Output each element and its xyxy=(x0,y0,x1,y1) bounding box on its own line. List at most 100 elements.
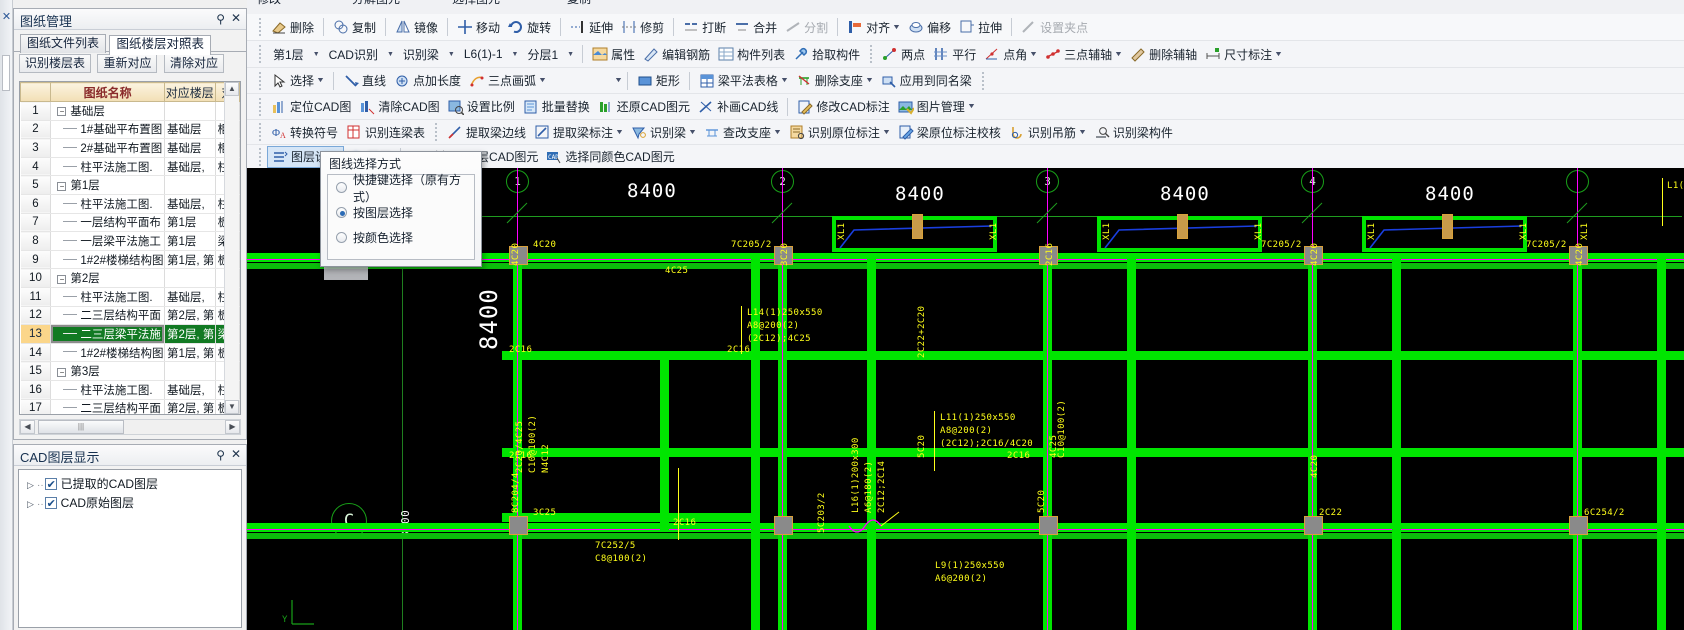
verify-inplace-button[interactable]: 梁原位标注校核 xyxy=(894,121,1005,143)
recognize-inplace-button[interactable]: 识别原位标注 ▼ xyxy=(785,121,894,143)
edit-cad-dim-button[interactable]: 修改CAD标注 xyxy=(793,96,893,118)
table-row[interactable]: 15− 第3层 xyxy=(20,361,240,381)
clipped-label-0[interactable]: 修改 xyxy=(257,0,281,7)
option-by-color-select[interactable]: 按颜色选择 xyxy=(328,225,474,250)
restore-cad-button[interactable]: 还原CAD图元 xyxy=(594,96,694,118)
properties-button[interactable]: 属性 xyxy=(588,43,639,65)
check-support-button[interactable]: 查改支座 ▼ xyxy=(700,121,785,143)
mirror-button[interactable]: 镜像 xyxy=(391,16,442,38)
cell-drawing-name[interactable]: 二三层梁平法施 xyxy=(50,324,165,344)
cell-mapped-floor[interactable]: 基础层, xyxy=(164,194,216,214)
table-row[interactable]: 7一层结构平面布第1层板 xyxy=(20,213,240,233)
chevron-down-icon[interactable]: ▼ xyxy=(967,103,976,110)
recognize-beam-button[interactable]: 识别梁 ▼ xyxy=(627,121,700,143)
beam-table-button[interactable]: 梁平法表格 ▼ xyxy=(695,70,792,92)
combo-1[interactable]: CAD识别 ▼ xyxy=(323,44,397,64)
cell-mapped-floor[interactable]: 第2层, 第 xyxy=(164,324,216,344)
tab-file-list[interactable]: 图纸文件列表 xyxy=(20,34,107,53)
cell-drawing-name[interactable]: 2#基础平布置图 xyxy=(50,138,165,158)
scroll-down-icon[interactable]: ▼ xyxy=(225,400,239,414)
close-icon[interactable]: ✕ xyxy=(231,447,241,461)
cell-mapped-floor[interactable]: 第1层, 第 xyxy=(164,343,216,363)
table-row[interactable]: 16柱平法施工图.基础层,柱 xyxy=(20,380,240,400)
table-row[interactable]: 10− 第2层 xyxy=(20,268,240,288)
tab-floor-mapping[interactable]: 图纸楼层对照表 xyxy=(109,35,211,55)
component-list-button[interactable]: 构件列表 xyxy=(714,43,789,65)
table-row[interactable]: 8一层梁平法施工第1层梁 xyxy=(20,231,240,251)
recognize-beam-table-button[interactable]: 识别连梁表 xyxy=(342,121,429,143)
remap-button[interactable]: 重新对应 xyxy=(97,54,158,73)
grid-horizontal-scrollbar[interactable]: ◀ ||| ▶ xyxy=(19,419,241,435)
cell-mapped-floor[interactable]: 基础层, xyxy=(164,380,216,400)
cell-drawing-name[interactable]: 1#2#楼梯结构图 xyxy=(50,343,165,363)
chevron-down-icon[interactable]: ▼ xyxy=(615,129,624,136)
expander-icon[interactable]: ▷ xyxy=(27,495,36,514)
table-row[interactable]: 4柱平法施工图.基础层,柱 xyxy=(20,157,240,177)
extract-beam-edge-button[interactable]: 提取梁边线 xyxy=(443,121,530,143)
combo-2[interactable]: 识别梁 ▼ xyxy=(397,44,458,64)
convert-symbol-button[interactable]: Φ A 转换符号 xyxy=(267,121,342,143)
cell-drawing-name[interactable]: 一层结构平面布 xyxy=(50,213,165,233)
eyedropper-button[interactable]: 拾取构件 xyxy=(789,43,864,65)
same-color-button[interactable]: CAD 选择同颜色CAD图元 xyxy=(542,146,678,168)
image-manager-button[interactable]: 图片管理 ▼ xyxy=(894,96,979,118)
combo-3[interactable]: L6(1)-1 ▼ xyxy=(458,44,522,64)
cell-drawing-name[interactable]: − 基础层 xyxy=(50,101,165,121)
clear-mapping-button[interactable]: 清除对应 xyxy=(163,54,224,73)
cell-mapped-floor[interactable]: 基础层, xyxy=(164,157,216,177)
table-row[interactable]: 32#基础平布置图基础层柜 xyxy=(20,138,240,158)
radio-icon[interactable] xyxy=(336,232,347,243)
scroll-left-icon[interactable]: ◀ xyxy=(20,420,35,434)
cell-drawing-name[interactable]: 柱平法施工图. xyxy=(50,157,165,177)
table-row[interactable]: 21#基础平布置图基础层柜 xyxy=(20,120,240,140)
option-shortcut-select[interactable]: 快捷键选择（原有方式） xyxy=(328,173,474,204)
cell-mapped-floor[interactable]: 第1层, 第 xyxy=(164,250,216,270)
cell-drawing-name[interactable]: 1#2#楼梯结构图 xyxy=(50,250,165,270)
tree-item-extracted-layers[interactable]: ▷·· 已提取的CAD图层 xyxy=(27,475,241,495)
cell-drawing-name[interactable]: 二三层结构平面 xyxy=(50,399,165,414)
chevron-down-icon[interactable]: ▼ xyxy=(1274,51,1283,58)
arc-button[interactable]: 三点画弧 ▼ xyxy=(465,70,550,92)
scroll-thumb[interactable]: ||| xyxy=(38,420,124,434)
table-row[interactable]: 91#2#楼梯结构图第1层, 第板 xyxy=(20,250,240,270)
recognize-floor-table-button[interactable]: 识别楼层表 xyxy=(19,54,92,73)
locate-cad-button[interactable]: 定位CAD图 xyxy=(267,96,355,118)
chevron-down-icon[interactable]: ▼ xyxy=(387,51,394,58)
offset-button[interactable]: 偏移 xyxy=(904,16,955,38)
cell-drawing-name[interactable]: 柱平法施工图. xyxy=(50,380,165,400)
cell-mapped-floor[interactable]: 第2层, 第 xyxy=(164,399,216,414)
delete-support-button[interactable]: 删除支座 ▼ xyxy=(792,70,877,92)
expander-icon[interactable]: − xyxy=(57,367,67,377)
draw-cad-line-button[interactable]: 补画CAD线 xyxy=(694,96,782,118)
pin-icon[interactable]: ⚲ xyxy=(216,448,225,462)
extend-button[interactable]: 延伸 xyxy=(566,16,617,38)
chevron-down-icon[interactable]: ▼ xyxy=(538,77,547,84)
expander-icon[interactable]: − xyxy=(57,274,67,284)
cell-drawing-name[interactable]: 柱平法施工图. xyxy=(50,194,165,214)
table-row[interactable]: 5− 第1层 xyxy=(20,175,240,195)
cell-mapped-floor[interactable]: 第1层 xyxy=(164,231,216,251)
clipped-label-2[interactable]: 选择图元 xyxy=(452,0,500,7)
column-mapped-floor[interactable]: 对应楼层 xyxy=(163,82,216,102)
chevron-down-icon[interactable]: ▼ xyxy=(316,77,325,84)
align-button[interactable]: 对齐 ▼ xyxy=(843,16,904,38)
radio-icon[interactable] xyxy=(336,182,347,193)
cell-drawing-name[interactable]: 二三层结构平面 xyxy=(50,306,165,326)
rotate-button[interactable]: 旋转 xyxy=(504,16,555,38)
cell-mapped-floor[interactable] xyxy=(164,175,216,195)
parallel-button[interactable]: 平行 xyxy=(929,43,980,65)
three-point-axis-button[interactable]: 三点辅轴 ▼ xyxy=(1041,43,1126,65)
chevron-down-icon[interactable]: ▼ xyxy=(688,129,697,136)
cell-mapped-floor[interactable]: 基础层 xyxy=(164,120,216,140)
chevron-down-icon[interactable]: ▼ xyxy=(773,129,782,136)
cell-mapped-floor[interactable]: 第2层, 第 xyxy=(164,306,216,326)
cursor-button[interactable]: 选择 ▼ xyxy=(267,70,328,92)
edit-rebar-button[interactable]: 编辑钢筋 xyxy=(639,43,714,65)
scroll-up-icon[interactable]: ▲ xyxy=(225,82,239,96)
cell-mapped-floor[interactable]: 基础层, xyxy=(164,287,216,307)
chevron-down-icon[interactable]: ▼ xyxy=(1029,51,1038,58)
delete-axis-button[interactable]: 删除辅轴 xyxy=(1126,43,1201,65)
cell-drawing-name[interactable]: 一层梁平法施工 xyxy=(50,231,165,251)
expander-icon[interactable]: ▷ xyxy=(27,476,36,495)
clipped-label-3[interactable]: 复制 xyxy=(567,0,591,7)
